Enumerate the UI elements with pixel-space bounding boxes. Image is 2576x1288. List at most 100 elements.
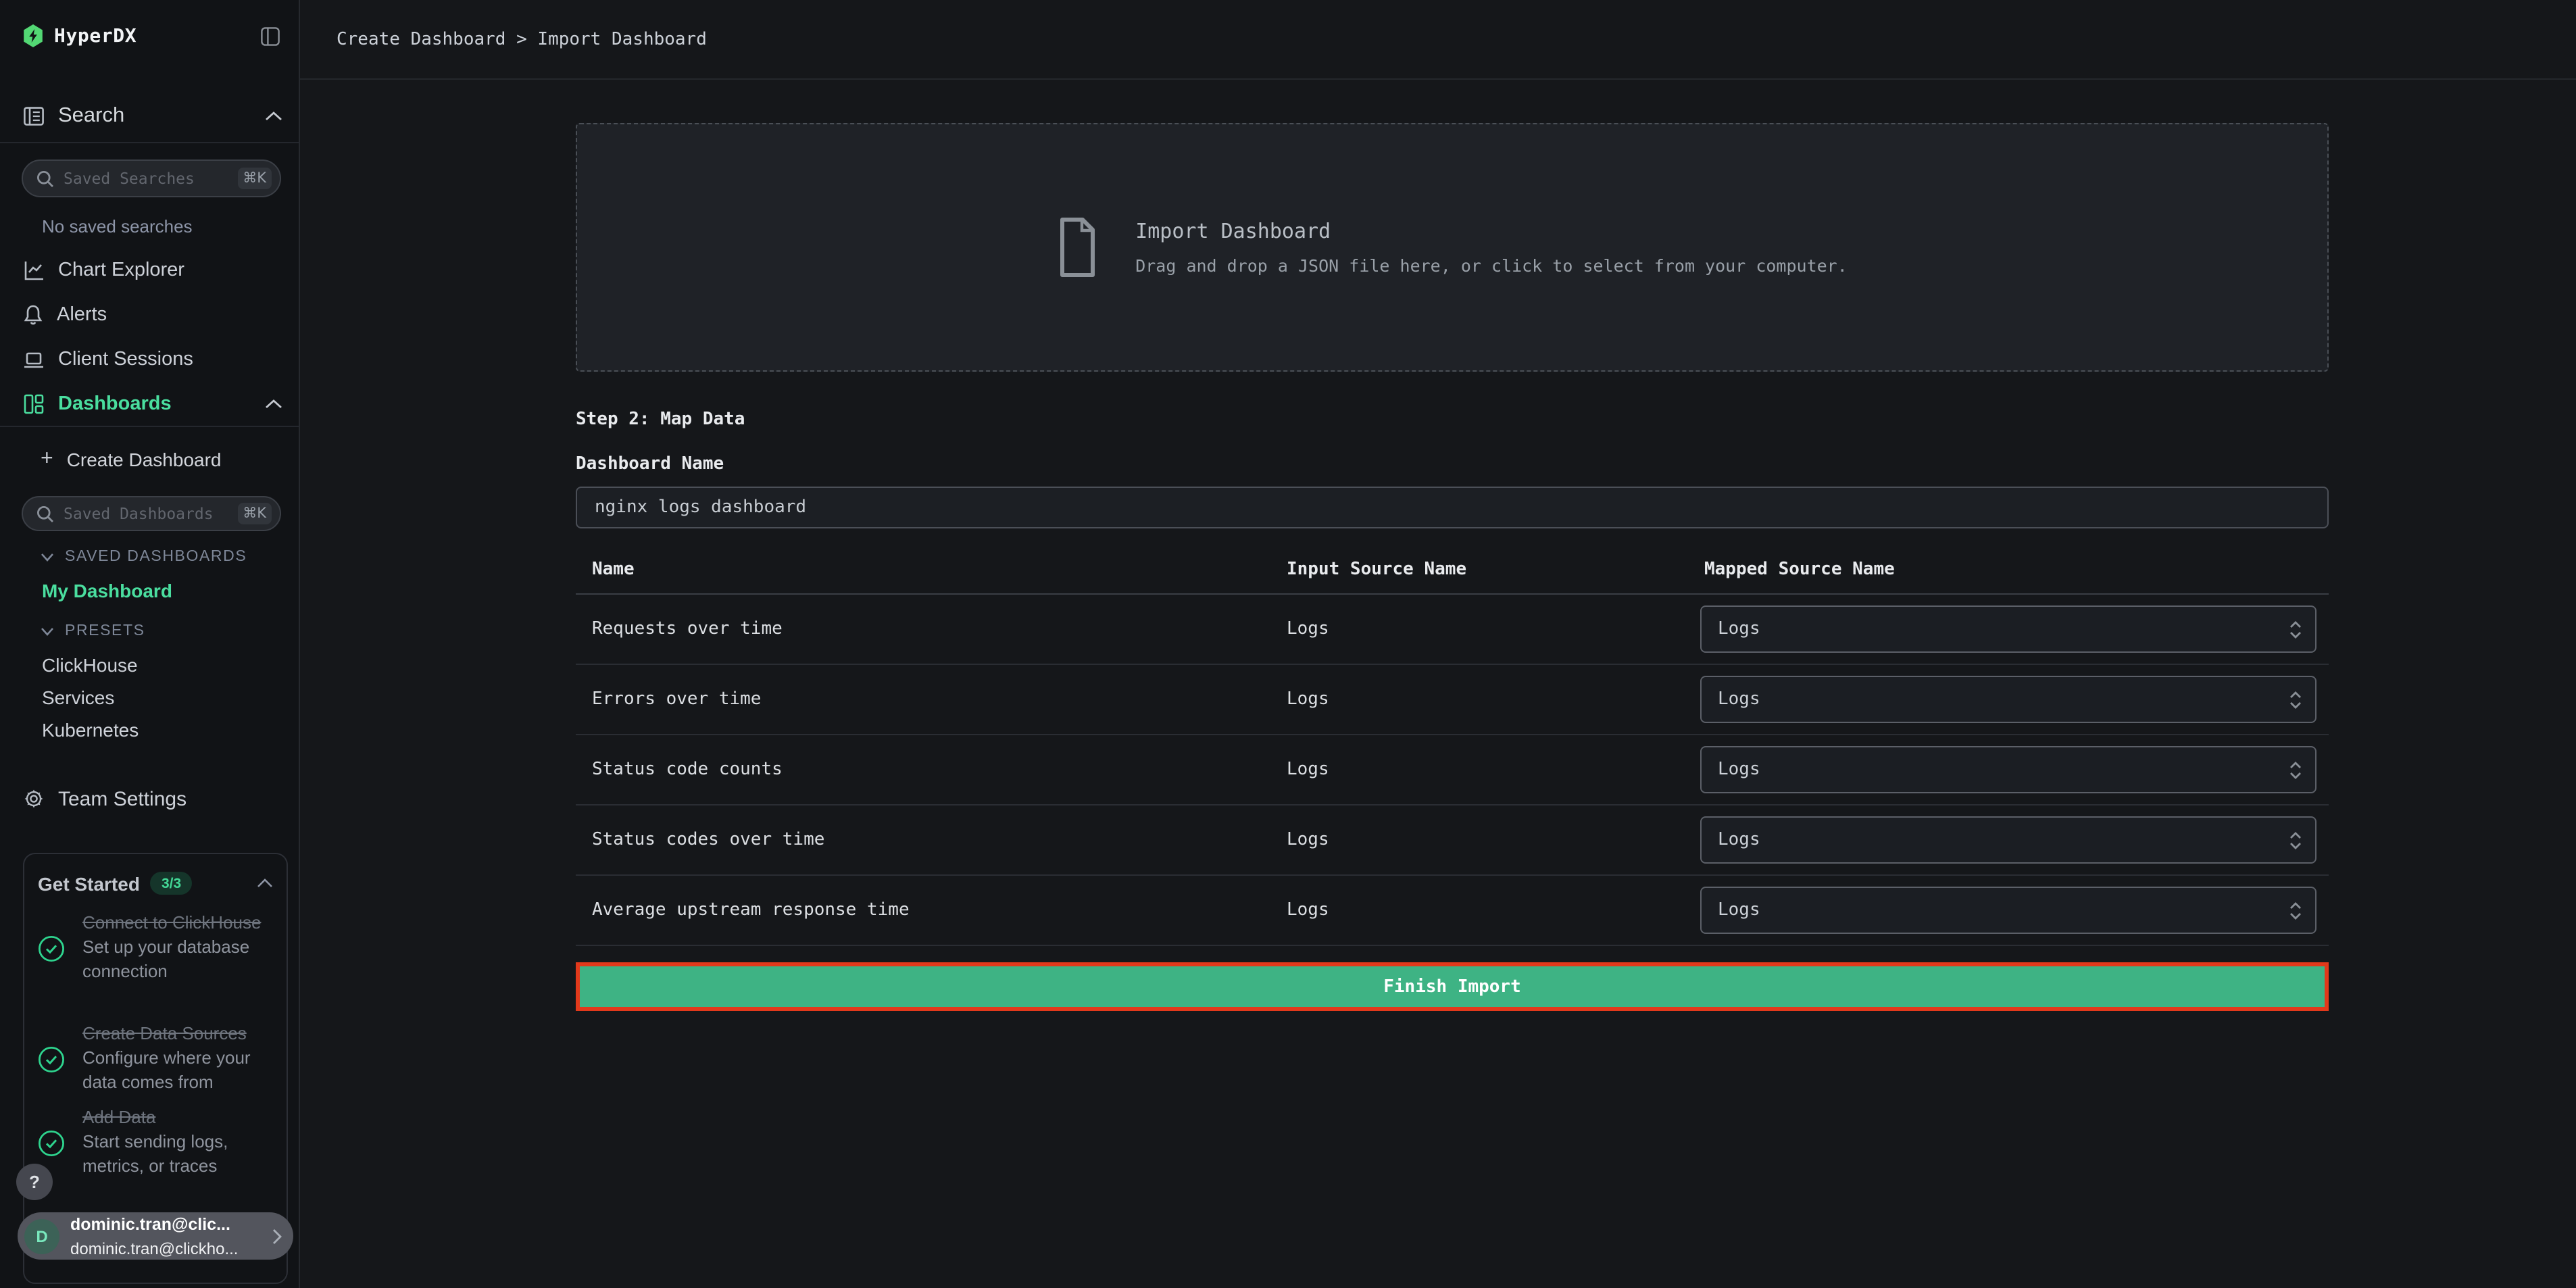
dashboard-name-input[interactable] bbox=[576, 487, 2329, 528]
table-row: Errors over time Logs Logs bbox=[576, 665, 2329, 735]
check-circle-icon bbox=[38, 1046, 65, 1073]
row-input-source: Logs bbox=[1287, 619, 1700, 639]
panel-icon bbox=[261, 26, 280, 45]
logo-icon bbox=[23, 24, 43, 47]
user-email: dominic.tran@clickho... bbox=[70, 1239, 238, 1258]
gear-icon bbox=[23, 788, 45, 810]
column-header-input-source: Input Source Name bbox=[1287, 560, 1700, 580]
row-input-source: Logs bbox=[1287, 830, 1700, 850]
group-header-label: SAVED DASHBOARDS bbox=[65, 549, 247, 565]
mapped-source-select[interactable]: Logs bbox=[1700, 746, 2317, 793]
user-menu[interactable]: D dominic.tran@clic... dominic.tran@clic… bbox=[18, 1212, 293, 1260]
sidebar-item-chart-explorer[interactable]: Chart Explorer bbox=[23, 253, 282, 288]
team-settings-label: Team Settings bbox=[58, 787, 187, 810]
bell-icon bbox=[23, 304, 43, 326]
divider bbox=[0, 426, 299, 427]
chevron-up-icon bbox=[265, 399, 282, 410]
get-started-item-sources[interactable]: Create Data Sources Configure where your… bbox=[38, 1022, 276, 1095]
mapped-source-select[interactable]: Logs bbox=[1700, 816, 2317, 864]
table-header-row: Name Input Source Name Mapped Source Nam… bbox=[576, 546, 2329, 595]
create-dashboard-button[interactable]: + Create Dashboard bbox=[41, 449, 222, 470]
chevron-up-icon bbox=[257, 878, 273, 888]
avatar: D bbox=[24, 1218, 59, 1254]
search-icon bbox=[36, 170, 54, 187]
row-input-source: Logs bbox=[1287, 900, 1700, 920]
select-chevrons-icon bbox=[2288, 689, 2303, 710]
sidebar-item-team-settings[interactable]: Team Settings bbox=[23, 781, 282, 816]
get-started-item-desc: Configure where your data comes from bbox=[82, 1047, 251, 1092]
select-value: Logs bbox=[1718, 760, 1760, 780]
table-row: Average upstream response time Logs Logs bbox=[576, 876, 2329, 946]
saved-searches-input[interactable]: Saved Searches ⌘K bbox=[22, 159, 281, 197]
saved-dashboards-group-header[interactable]: SAVED DASHBOARDS bbox=[41, 549, 247, 565]
preset-kubernetes[interactable]: Kubernetes bbox=[42, 719, 139, 741]
sidebar-item-label: Alerts bbox=[57, 304, 107, 326]
saved-dashboard-my-dashboard[interactable]: My Dashboard bbox=[42, 580, 172, 601]
presets-group-header[interactable]: PRESETS bbox=[41, 623, 145, 639]
hyperdx-app: HyperDX Search bbox=[0, 0, 2576, 1288]
select-value: Logs bbox=[1718, 900, 1760, 920]
import-dashboard-content: Import Dashboard Drag and drop a JSON fi… bbox=[576, 78, 2329, 1011]
topbar: Create Dashboard > Import Dashboard bbox=[299, 0, 2576, 80]
get-started-item-desc: Start sending logs, metrics, or traces bbox=[82, 1131, 228, 1176]
saved-dashboards-input[interactable]: Saved Dashboards ⌘K bbox=[22, 496, 281, 531]
get-started-header[interactable]: Get Started 3/3 bbox=[38, 872, 273, 895]
group-header-label: PRESETS bbox=[65, 623, 145, 639]
sidebar-section-search[interactable]: Search bbox=[23, 99, 282, 134]
search-icon bbox=[36, 505, 54, 522]
mapped-source-select[interactable]: Logs bbox=[1700, 676, 2317, 723]
row-input-source: Logs bbox=[1287, 689, 1700, 710]
chevron-right-icon bbox=[272, 1228, 282, 1244]
dropzone-title: Import Dashboard bbox=[1135, 219, 1848, 243]
check-circle-icon bbox=[38, 935, 65, 962]
get-started-item-text: Connect to ClickHouse Set up your databa… bbox=[82, 911, 276, 984]
select-value: Logs bbox=[1718, 689, 1760, 710]
search-section-label: Search bbox=[58, 104, 124, 128]
get-started-item-text: Create Data Sources Configure where your… bbox=[82, 1022, 276, 1095]
logo: HyperDX bbox=[23, 24, 280, 47]
shortcut-badge: ⌘K bbox=[237, 168, 272, 189]
table-row: Status codes over time Logs Logs bbox=[576, 806, 2329, 876]
no-saved-searches-note: No saved searches bbox=[42, 216, 193, 237]
user-texts: dominic.tran@clic... dominic.tran@clickh… bbox=[70, 1212, 272, 1260]
sidebar-toggle-button[interactable] bbox=[261, 26, 280, 45]
select-value: Logs bbox=[1718, 619, 1760, 639]
search-section-icon bbox=[23, 105, 45, 127]
help-button[interactable]: ? bbox=[16, 1164, 53, 1200]
dropzone-subtitle: Drag and drop a JSON file here, or click… bbox=[1135, 255, 1848, 276]
finish-import-button[interactable]: Finish Import bbox=[580, 966, 2325, 1007]
select-chevrons-icon bbox=[2288, 899, 2303, 921]
sidebar-item-client-sessions[interactable]: Client Sessions bbox=[23, 342, 282, 377]
get-started-item-text: Add Data Start sending logs, metrics, or… bbox=[82, 1106, 276, 1179]
sidebar-item-label: Dashboards bbox=[58, 393, 172, 415]
get-started-item-title: Connect to ClickHouse bbox=[82, 912, 261, 933]
shortcut-badge: ⌘K bbox=[237, 503, 272, 524]
get-started-item-connect[interactable]: Connect to ClickHouse Set up your databa… bbox=[38, 911, 276, 984]
user-name: dominic.tran@clic... bbox=[70, 1214, 230, 1233]
saved-dashboards-placeholder: Saved Dashboards bbox=[64, 504, 237, 523]
get-started-item-add-data[interactable]: Add Data Start sending logs, metrics, or… bbox=[38, 1106, 276, 1179]
sidebar-item-label: Client Sessions bbox=[58, 349, 193, 370]
get-started-title: Get Started bbox=[38, 872, 140, 894]
sidebar-item-dashboards[interactable]: Dashboards bbox=[23, 387, 282, 422]
select-chevrons-icon bbox=[2288, 759, 2303, 781]
table-row: Requests over time Logs Logs bbox=[576, 595, 2329, 665]
select-chevrons-icon bbox=[2288, 618, 2303, 640]
mapped-source-select[interactable]: Logs bbox=[1700, 605, 2317, 653]
row-name: Status code counts bbox=[576, 760, 1287, 780]
table-row: Status code counts Logs Logs bbox=[576, 735, 2329, 806]
mapped-source-select[interactable]: Logs bbox=[1700, 887, 2317, 934]
row-name: Errors over time bbox=[576, 689, 1287, 710]
chart-line-icon bbox=[23, 259, 45, 281]
main-area: Create Dashboard > Import Dashboard Impo… bbox=[299, 0, 2576, 1288]
preset-clickhouse[interactable]: ClickHouse bbox=[42, 654, 138, 676]
get-started-progress-badge: 3/3 bbox=[151, 872, 192, 895]
get-started-item-title: Add Data bbox=[82, 1107, 155, 1127]
check-circle-icon bbox=[38, 1130, 65, 1157]
preset-services[interactable]: Services bbox=[42, 687, 114, 708]
import-dropzone[interactable]: Import Dashboard Drag and drop a JSON fi… bbox=[576, 123, 2329, 372]
click-highlight: Finish Import bbox=[576, 962, 2329, 1011]
chevron-down-icon bbox=[41, 626, 54, 636]
breadcrumb[interactable]: Create Dashboard > Import Dashboard bbox=[337, 29, 707, 49]
sidebar-item-alerts[interactable]: Alerts bbox=[23, 297, 282, 332]
